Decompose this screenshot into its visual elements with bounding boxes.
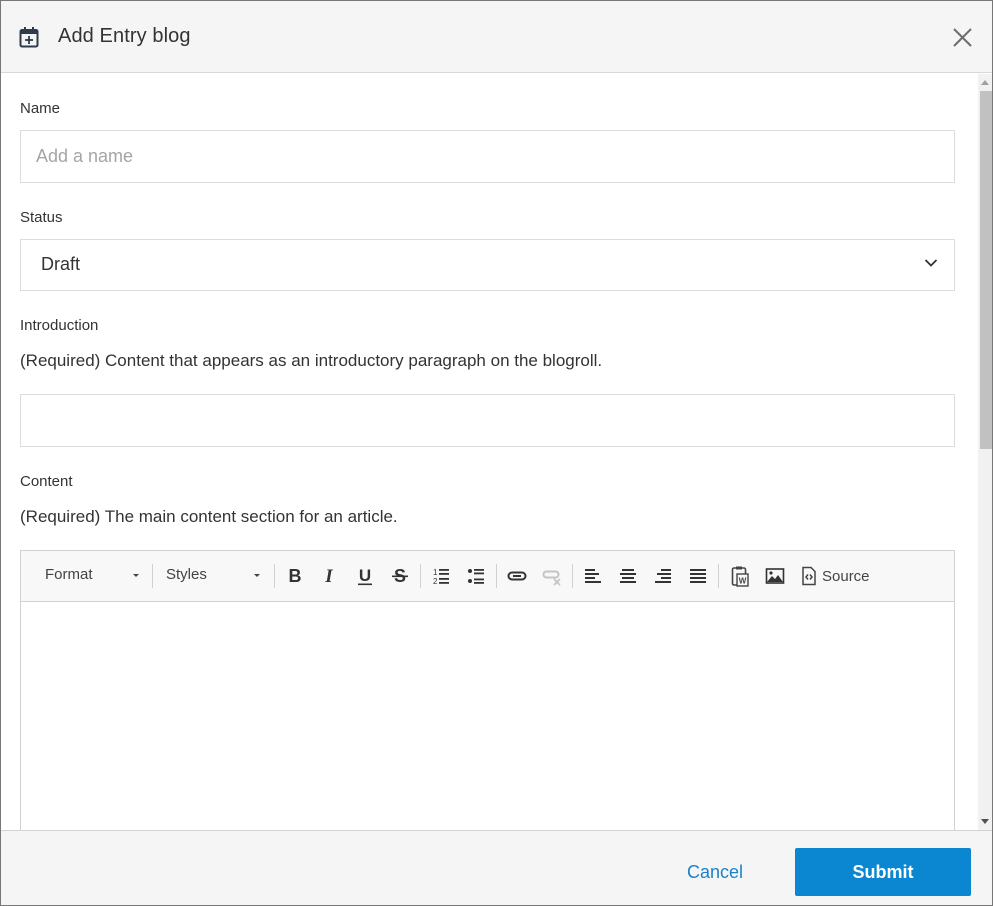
image-button[interactable] bbox=[763, 564, 787, 588]
align-center-button[interactable] bbox=[616, 564, 640, 588]
introduction-label: Introduction bbox=[20, 317, 99, 334]
introduction-input[interactable] bbox=[21, 395, 954, 446]
name-field-wrapper bbox=[20, 130, 955, 183]
submit-button[interactable]: Submit bbox=[795, 848, 971, 896]
format-dropdown[interactable]: Format bbox=[45, 566, 141, 583]
toolbar-separator bbox=[572, 564, 573, 588]
dialog-footer: Cancel Submit bbox=[1, 830, 992, 905]
bold-icon: B bbox=[289, 566, 302, 586]
content-editor: Format Styles B I U S 1 2 W Source bbox=[20, 550, 955, 830]
justify-icon bbox=[690, 569, 706, 583]
bulleted-list-button[interactable] bbox=[464, 564, 488, 588]
source-button-label: Source bbox=[822, 568, 870, 585]
align-left-icon bbox=[585, 569, 601, 583]
scroll-down-arrow-icon[interactable] bbox=[981, 819, 989, 824]
content-editor-area[interactable] bbox=[21, 603, 954, 830]
close-icon[interactable] bbox=[949, 24, 976, 51]
paste-word-icon: W bbox=[731, 566, 749, 587]
justify-button[interactable] bbox=[686, 564, 710, 588]
toolbar-separator bbox=[274, 564, 275, 588]
italic-icon: I bbox=[324, 566, 333, 587]
chevron-down-icon bbox=[924, 259, 938, 267]
toolbar-separator bbox=[718, 564, 719, 588]
dialog-title: Add Entry blog bbox=[58, 25, 191, 47]
status-select[interactable]: Draft bbox=[20, 239, 955, 291]
styles-dropdown[interactable]: Styles bbox=[166, 566, 262, 583]
numbered-list-button[interactable]: 1 2 bbox=[429, 564, 453, 588]
numbered-list-icon: 1 2 bbox=[433, 568, 449, 586]
scrollbar-thumb[interactable] bbox=[980, 91, 992, 449]
underline-button[interactable]: U bbox=[353, 564, 377, 588]
svg-text:I: I bbox=[324, 566, 333, 587]
status-label: Status bbox=[20, 209, 63, 226]
dialog-header: Add Entry blog bbox=[1, 1, 992, 73]
link-icon bbox=[507, 571, 527, 581]
bold-button[interactable]: B bbox=[283, 564, 307, 588]
content-label: Content bbox=[20, 473, 73, 490]
calendar-plus-icon bbox=[19, 27, 39, 48]
introduction-field-wrapper bbox=[20, 394, 955, 447]
strikethrough-icon: S bbox=[392, 566, 408, 586]
status-selected-value: Draft bbox=[41, 254, 81, 274]
bulleted-list-icon bbox=[468, 569, 484, 584]
align-right-icon bbox=[655, 569, 671, 583]
image-icon bbox=[765, 568, 785, 584]
toolbar-separator bbox=[152, 564, 153, 588]
submit-button-label: Submit bbox=[852, 861, 914, 882]
unlink-icon bbox=[542, 570, 561, 586]
unlink-button[interactable] bbox=[540, 564, 564, 588]
cancel-button[interactable]: Cancel bbox=[687, 862, 743, 883]
scroll-up-arrow-icon[interactable] bbox=[981, 80, 989, 85]
align-center-icon bbox=[620, 569, 636, 583]
source-code-icon bbox=[802, 566, 816, 586]
svg-text:B: B bbox=[289, 566, 302, 586]
format-caret-icon bbox=[133, 574, 139, 577]
toolbar-separator bbox=[420, 564, 421, 588]
svg-text:W: W bbox=[739, 577, 747, 586]
align-left-button[interactable] bbox=[581, 564, 605, 588]
name-label: Name bbox=[20, 100, 61, 117]
dialog-body: Name Status Draft Introduction (Required… bbox=[1, 74, 992, 830]
toolbar-separator bbox=[496, 564, 497, 588]
introduction-help-text: (Required) Content that appears as an in… bbox=[20, 351, 603, 370]
editor-toolbar: Format Styles B I U S 1 2 W Source bbox=[21, 551, 954, 602]
underline-icon: U bbox=[358, 566, 372, 586]
styles-caret-icon bbox=[254, 574, 260, 577]
paste-from-word-button[interactable]: W bbox=[728, 564, 752, 588]
format-dropdown-label: Format bbox=[45, 566, 93, 583]
italic-button[interactable]: I bbox=[317, 564, 341, 588]
styles-dropdown-label: Styles bbox=[166, 566, 207, 583]
svg-text:2: 2 bbox=[433, 577, 438, 586]
content-help-text: (Required) The main content section for … bbox=[20, 507, 398, 526]
link-button[interactable] bbox=[505, 564, 529, 588]
dialog-scrollbar[interactable] bbox=[978, 74, 992, 830]
align-right-button[interactable] bbox=[651, 564, 675, 588]
svg-text:U: U bbox=[359, 566, 371, 585]
name-input[interactable] bbox=[21, 131, 954, 182]
strikethrough-button[interactable]: S bbox=[388, 564, 412, 588]
add-entry-dialog: Add Entry blog Name Status Draft Introdu… bbox=[0, 0, 993, 906]
svg-text:1: 1 bbox=[433, 568, 438, 577]
